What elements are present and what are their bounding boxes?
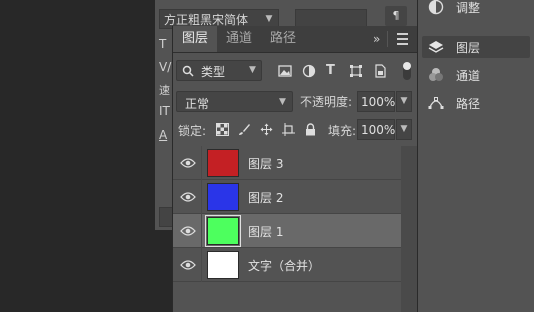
layer-row[interactable]: 文字（合并） (173, 248, 401, 282)
layer-name[interactable]: 图层 1 (248, 223, 283, 240)
vertical-scale-icon: IT (159, 104, 170, 118)
layer-filter-select[interactable]: 类型 ▼ (176, 60, 262, 81)
opacity-input[interactable]: 100% (357, 91, 395, 112)
tab-layers[interactable]: 图层 (173, 26, 218, 52)
paths-icon (428, 97, 444, 109)
shape-filter-icon[interactable] (349, 64, 363, 78)
layers-panel: 图层 通道 路径 » 类型 ▼ T 正常 ▼ 不透明度: 100% ▼ 锁定: (172, 26, 417, 312)
fill-dropdown-button[interactable]: ▼ (396, 119, 412, 140)
chevron-down-icon: ▼ (249, 65, 256, 75)
dock-item-layers[interactable]: 图层 (422, 36, 530, 58)
eye-icon[interactable] (180, 191, 196, 203)
layer-name[interactable]: 图层 3 (248, 155, 283, 172)
panel-tab-bar: 图层 通道 路径 » (173, 26, 417, 53)
chevron-down-icon: ▼ (279, 97, 286, 107)
layer-row[interactable]: 图层 2 (173, 180, 401, 214)
layer-row[interactable]: 图层 3 (173, 146, 401, 180)
tracking-icon: 速 (159, 84, 170, 97)
dock-item-label: 图层 (456, 41, 481, 55)
row-divider (201, 180, 202, 214)
pixel-filter-icon[interactable] (278, 64, 292, 78)
dock-item-adjustments[interactable]: 调整 (422, 0, 530, 18)
layer-name[interactable]: 图层 2 (248, 189, 283, 206)
row-divider (201, 146, 202, 180)
layer-list-scrollbar[interactable] (401, 146, 417, 312)
filter-label: 类型 (201, 65, 226, 79)
panel-expand-icon[interactable]: » (373, 26, 380, 52)
opacity-value: 100% (361, 95, 396, 109)
blend-mode-select[interactable]: 正常 ▼ (176, 91, 293, 112)
eye-icon[interactable] (180, 225, 196, 237)
opacity-label: 不透明度: (300, 95, 353, 109)
baseline-shift-icon: A (159, 128, 168, 142)
font-size-icon: T (159, 37, 167, 51)
eye-icon[interactable] (180, 259, 196, 271)
adjustment-filter-icon[interactable] (302, 64, 316, 78)
smart-object-filter-icon[interactable] (373, 64, 387, 78)
layer-row[interactable]: 图层 1 (173, 214, 401, 248)
lock-position-icon[interactable] (260, 123, 273, 136)
layer-list: 图层 3 图层 2 图层 1 文字（合并） (173, 146, 401, 312)
dock-item-channels[interactable]: 通道 (422, 64, 530, 86)
layer-thumbnail (207, 251, 239, 279)
layers-icon (428, 41, 444, 53)
dock-item-label: 调整 (456, 1, 481, 15)
tab-paths[interactable]: 路径 (261, 26, 305, 52)
lock-transparency-icon[interactable] (216, 123, 229, 136)
eye-icon[interactable] (180, 157, 196, 169)
dock-item-label: 通道 (456, 69, 481, 83)
lock-all-icon[interactable] (304, 123, 317, 136)
layer-name[interactable]: 文字（合并） (248, 257, 320, 274)
filter-toggle[interactable] (403, 62, 411, 80)
tab-divider (387, 31, 388, 47)
kerning-icon: V/ (159, 60, 172, 74)
row-divider (201, 214, 202, 248)
lock-pixels-icon[interactable] (238, 123, 251, 136)
channels-icon (429, 68, 443, 81)
properties-dock: 调整 图层 通道 路径 (417, 0, 534, 312)
lock-label: 锁定: (178, 124, 207, 138)
dock-item-label: 路径 (456, 97, 481, 111)
lock-artboard-icon[interactable] (282, 123, 295, 136)
paragraph-icon[interactable]: ¶ (385, 6, 407, 26)
fill-value: 100% (361, 123, 396, 137)
type-filter-icon[interactable]: T (326, 64, 340, 78)
row-divider (201, 248, 202, 282)
fill-input[interactable]: 100% (357, 119, 395, 140)
panel-menu-icon[interactable] (397, 33, 408, 45)
adjustment-icon (428, 0, 444, 15)
layer-thumbnail (205, 215, 241, 247)
tab-channels[interactable]: 通道 (217, 26, 261, 52)
layer-thumbnail (207, 149, 239, 177)
opacity-dropdown-button[interactable]: ▼ (396, 91, 412, 112)
search-icon (182, 65, 194, 77)
dock-item-paths[interactable]: 路径 (422, 92, 530, 114)
layer-thumbnail (207, 183, 239, 211)
fill-label: 填充: (328, 124, 357, 138)
blend-mode-value: 正常 (185, 97, 210, 111)
